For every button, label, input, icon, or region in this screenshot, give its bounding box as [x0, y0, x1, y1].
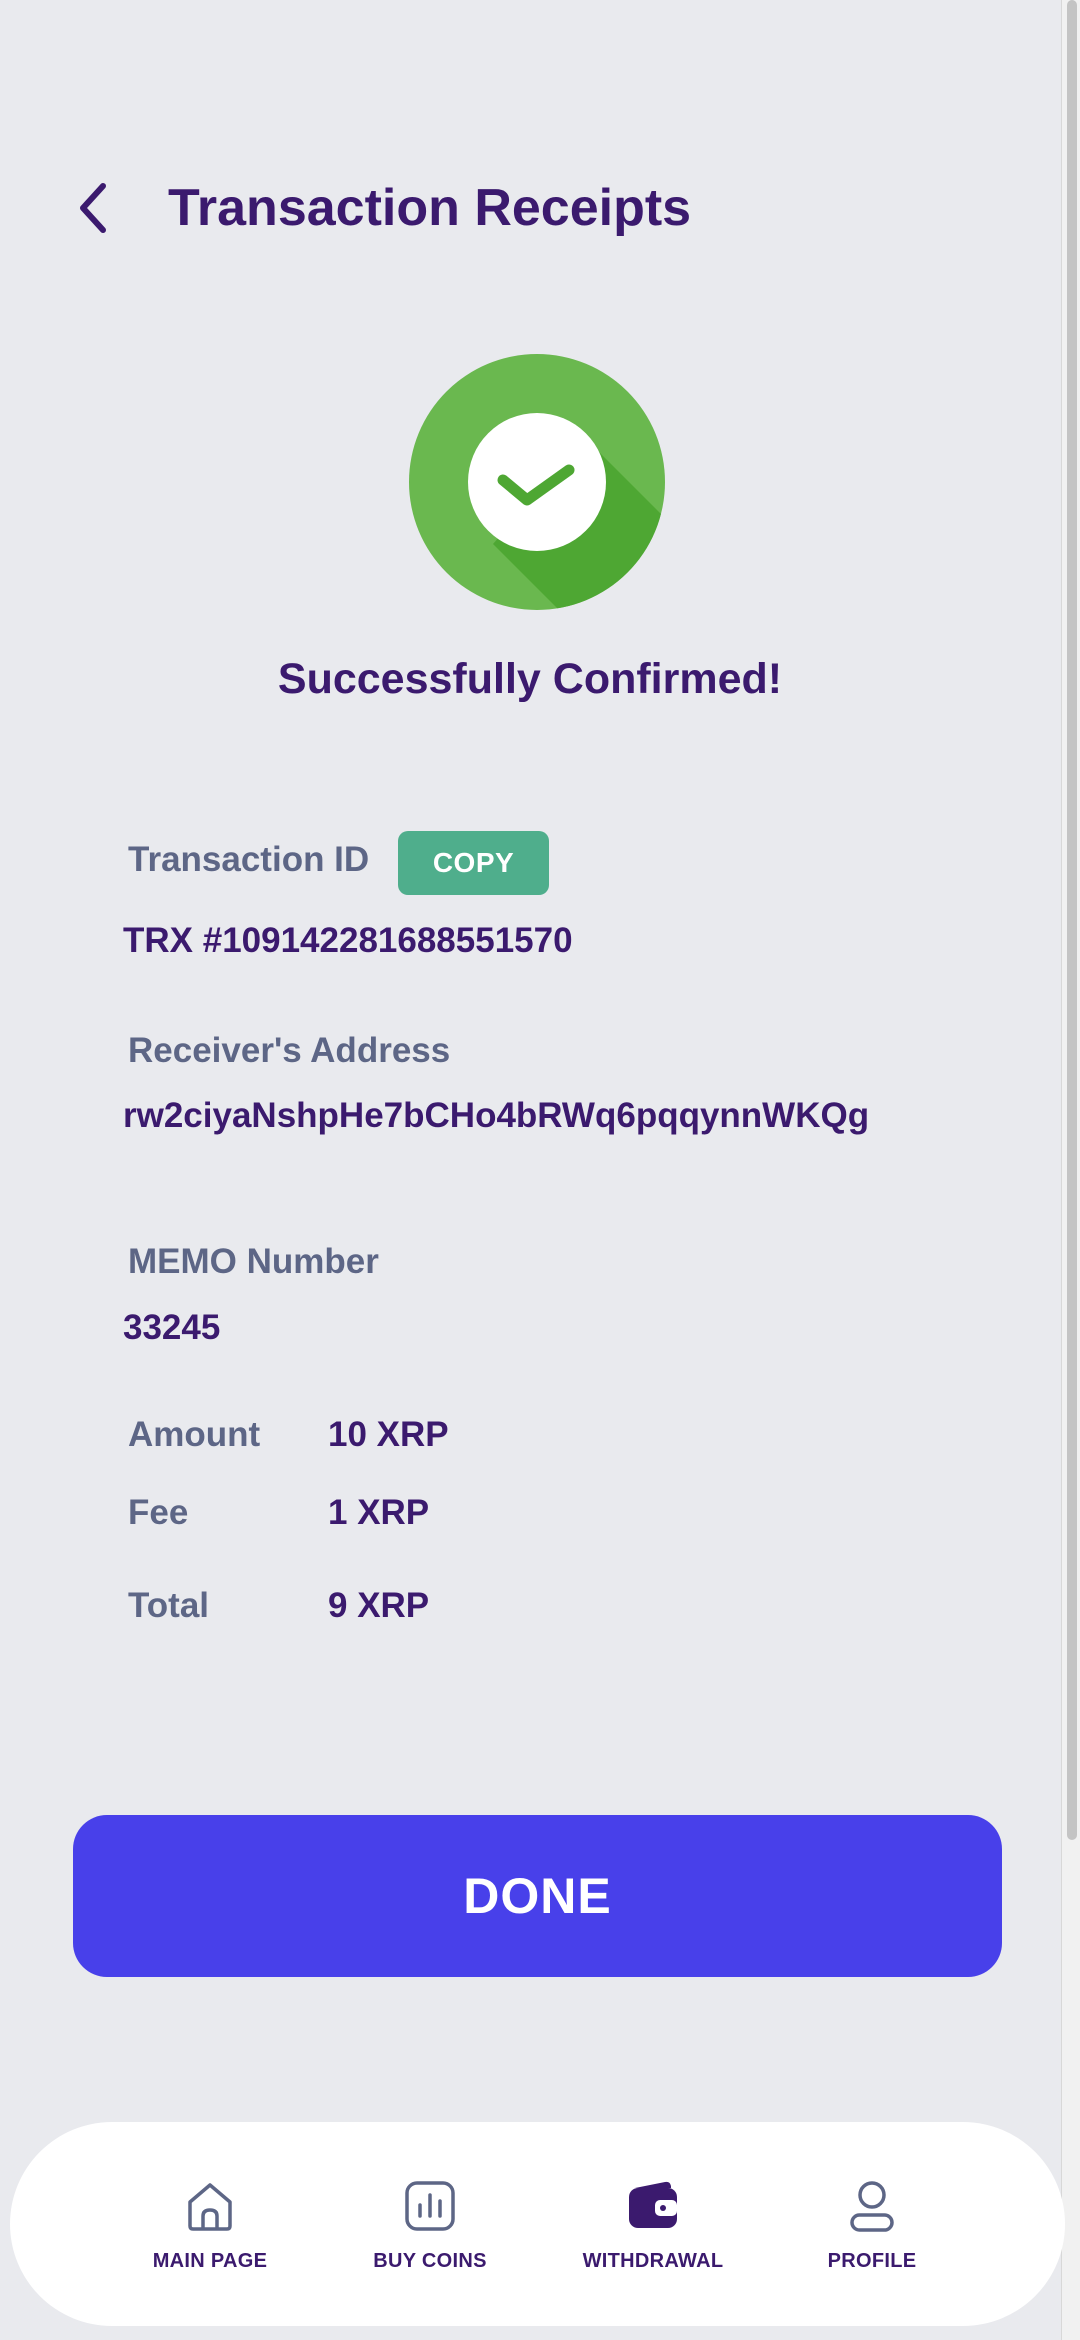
nav-label-buy-coins: BUY COINS [373, 2249, 487, 2272]
user-icon [842, 2176, 902, 2236]
receiver-address-value: rw2ciyaNshpHe7bCHo4bRWq6pqqynnWKQg [123, 1096, 870, 1135]
success-message: Successfully Confirmed! [277, 655, 783, 703]
header: Transaction Receipts [48, 128, 948, 288]
transaction-id-label: Transaction ID [128, 840, 370, 879]
amount-label: Amount [128, 1415, 261, 1454]
nav-label-profile: PROFILE [827, 2249, 917, 2272]
amount-value: 10 XRP [328, 1415, 449, 1454]
copy-button[interactable]: COPY [398, 831, 549, 895]
scrollbar-track[interactable] [1061, 0, 1080, 2340]
back-button[interactable] [48, 163, 138, 253]
nav-item-withdrawal[interactable]: WITHDRAWAL [553, 2122, 753, 2326]
wallet-icon [623, 2176, 683, 2236]
nav-label-withdrawal: WITHDRAWAL [582, 2249, 724, 2272]
memo-number-value: 33245 [123, 1308, 221, 1347]
done-button[interactable]: DONE [73, 1815, 1002, 1977]
transaction-id-value: TRX #109142281688551570 [123, 921, 573, 960]
home-icon [180, 2176, 240, 2236]
receiver-address-label: Receiver's Address [128, 1031, 451, 1070]
nav-item-main-page[interactable]: MAIN PAGE [110, 2122, 310, 2326]
fee-value: 1 XRP [328, 1493, 430, 1532]
check-circle-icon [409, 354, 665, 610]
nav-item-profile[interactable]: PROFILE [772, 2122, 972, 2326]
total-label: Total [128, 1586, 210, 1625]
memo-number-label: MEMO Number [128, 1242, 379, 1281]
chevron-left-icon [80, 183, 106, 233]
bottom-nav: MAIN PAGE BUY COINS WITHDRAWAL PROFILE [10, 2122, 1065, 2326]
nav-item-buy-coins[interactable]: BUY COINS [330, 2122, 530, 2326]
page-title: Transaction Receipts [168, 179, 692, 237]
nav-label-main-page: MAIN PAGE [152, 2249, 268, 2272]
chart-icon [400, 2176, 460, 2236]
fee-label: Fee [128, 1493, 189, 1532]
total-value: 9 XRP [328, 1586, 430, 1625]
scrollbar-thumb[interactable] [1067, 0, 1077, 1840]
